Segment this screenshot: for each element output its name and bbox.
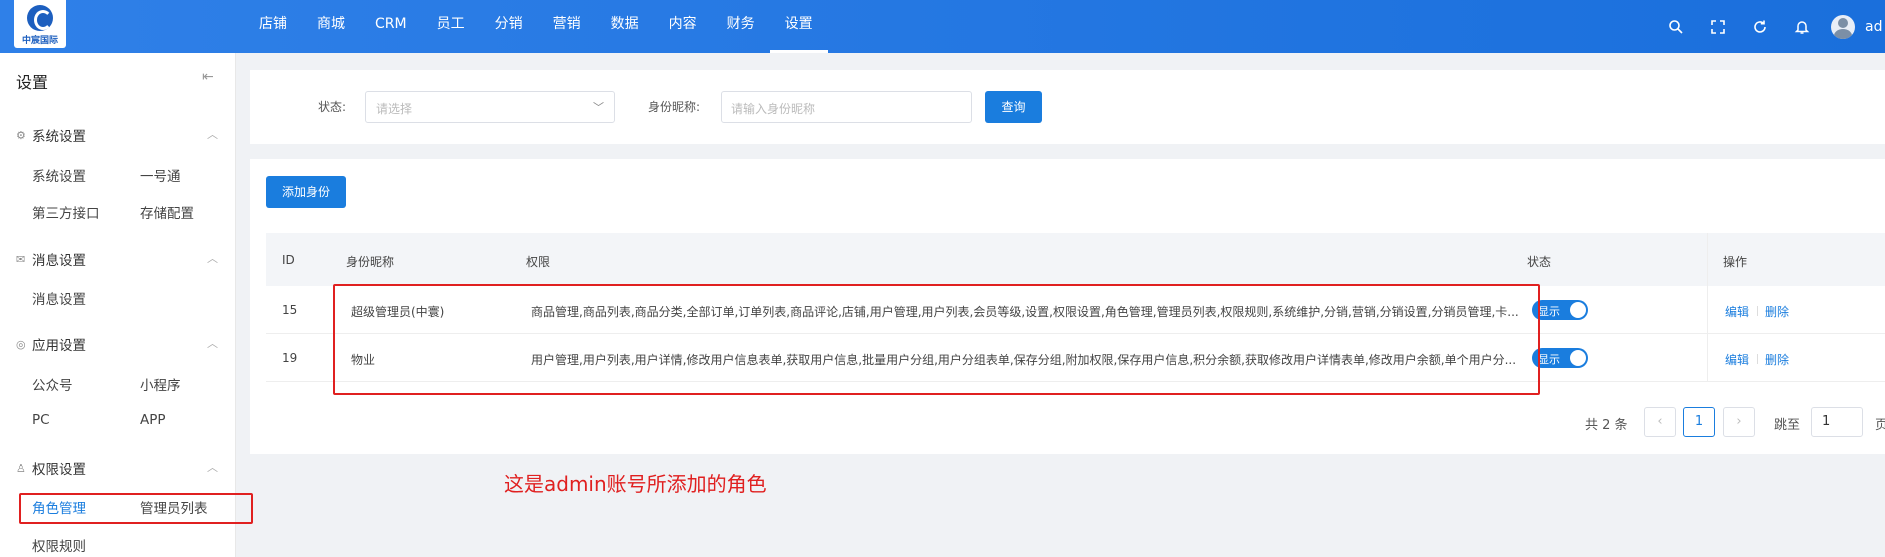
toggle-label: 显示: [1538, 305, 1560, 318]
user-icon: ♙: [16, 461, 26, 475]
annotation-text: 这是admin账号所添加的角色: [504, 472, 767, 496]
gear-icon: ⚙: [16, 128, 26, 142]
highlight-box-sidebar: [19, 493, 253, 524]
sidebar-group-label: 系统设置: [32, 129, 86, 145]
top-bar: 中宸国际 店铺 商城 CRM 员工 分销 营销 数据 内容 财务 设置 ad: [0, 0, 1885, 53]
fullscreen-icon[interactable]: [1697, 0, 1739, 53]
main-nav: 店铺 商城 CRM 员工 分销 营销 数据 内容 财务 设置: [244, 0, 828, 53]
goto-label: 跳至: [1774, 418, 1801, 433]
nav-shop[interactable]: 店铺: [244, 0, 302, 53]
page-button-current[interactable]: 1: [1683, 407, 1715, 437]
status-label: 状态:: [318, 100, 347, 114]
sidebar-title: 设置: [16, 73, 49, 92]
sidebar-group-label: 应用设置: [32, 338, 86, 354]
logo-mark-icon: [27, 5, 53, 31]
column-header-name: 身份昵称: [346, 255, 395, 269]
sidebar-group-permission[interactable]: ♙ 权限设置: [16, 458, 86, 479]
mail-icon: ✉: [16, 252, 26, 266]
edit-link[interactable]: 编辑: [1725, 303, 1749, 320]
nav-marketing[interactable]: 营销: [538, 0, 596, 53]
sidebar-group-system[interactable]: ⚙ 系统设置: [16, 125, 86, 146]
sidebar-item-third-party[interactable]: 第三方接口: [32, 202, 100, 222]
name-input[interactable]: 请输入身份昵称: [721, 91, 972, 123]
app-icon: ◎: [16, 337, 26, 351]
refresh-icon[interactable]: [1739, 0, 1781, 53]
row-id: 15: [282, 303, 298, 317]
row-id: 19: [282, 351, 298, 365]
delete-link[interactable]: 删除: [1765, 351, 1789, 368]
delete-link[interactable]: 删除: [1765, 303, 1789, 320]
column-header-status: 状态: [1527, 255, 1552, 269]
nav-mall[interactable]: 商城: [302, 0, 360, 53]
status-select[interactable]: 请选择 ﹀: [365, 91, 615, 123]
nav-crm[interactable]: CRM: [360, 0, 422, 53]
sidebar: 设置 ⇤ ⚙ 系统设置 ︿ 系统设置 一号通 第三方接口 存储配置 ✉ 消息设置…: [0, 53, 236, 557]
bell-icon[interactable]: [1781, 0, 1823, 53]
table-header: [266, 233, 1885, 286]
sidebar-item-app[interactable]: APP: [140, 412, 166, 428]
edit-link[interactable]: 编辑: [1725, 351, 1749, 368]
sidebar-item-pc[interactable]: PC: [32, 412, 50, 428]
sidebar-item-storage[interactable]: 存储配置: [140, 202, 194, 222]
status-toggle[interactable]: 显示: [1532, 348, 1588, 368]
toggle-knob: [1570, 302, 1586, 318]
collapse-sidebar-icon[interactable]: ⇤: [202, 69, 214, 85]
chevron-up-icon[interactable]: ︿: [207, 335, 218, 351]
sidebar-item-yihaotong[interactable]: 一号通: [140, 165, 181, 185]
sidebar-item-mini-program[interactable]: 小程序: [140, 374, 181, 394]
user-name[interactable]: ad: [1865, 19, 1885, 35]
nav-staff[interactable]: 员工: [422, 0, 480, 53]
goto-page-input[interactable]: 1: [1811, 407, 1863, 437]
sidebar-group-app[interactable]: ◎ 应用设置: [16, 334, 86, 355]
chevron-up-icon[interactable]: ︿: [207, 250, 218, 266]
next-page-button[interactable]: ›: [1723, 407, 1755, 437]
chevron-up-icon[interactable]: ︿: [207, 459, 218, 475]
sidebar-item-message-settings[interactable]: 消息设置: [32, 288, 86, 308]
nav-distribution[interactable]: 分销: [480, 0, 538, 53]
nav-finance[interactable]: 财务: [712, 0, 770, 53]
sidebar-item-official-account[interactable]: 公众号: [32, 374, 73, 394]
nav-data[interactable]: 数据: [596, 0, 654, 53]
highlight-box-rows: [333, 284, 1540, 395]
prev-page-button[interactable]: ‹: [1644, 407, 1676, 437]
query-button[interactable]: 查询: [985, 91, 1042, 123]
column-header-id: ID: [282, 253, 295, 267]
add-role-button[interactable]: 添加身份: [266, 176, 346, 208]
nav-settings[interactable]: 设置: [769, 0, 828, 53]
chevron-up-icon[interactable]: ︿: [207, 126, 218, 142]
brand-logo[interactable]: 中宸国际: [14, 0, 66, 48]
column-header-permissions: 权限: [526, 255, 551, 269]
pagination-total: 共 2 条: [1585, 418, 1628, 433]
status-placeholder: 请选择: [376, 102, 413, 116]
status-toggle[interactable]: 显示: [1532, 300, 1588, 320]
column-header-actions: 操作: [1723, 255, 1748, 269]
search-icon[interactable]: [1655, 0, 1697, 53]
action-divider: [1757, 306, 1758, 316]
sidebar-group-message[interactable]: ✉ 消息设置: [16, 249, 86, 270]
name-label: 身份昵称:: [648, 100, 701, 114]
logo-text: 中宸国际: [21, 36, 58, 46]
nav-content[interactable]: 内容: [654, 0, 712, 53]
toggle-knob: [1570, 350, 1586, 366]
avatar[interactable]: [1831, 14, 1855, 39]
toggle-label: 显示: [1538, 353, 1560, 366]
sidebar-item-system-settings[interactable]: 系统设置: [32, 165, 86, 185]
chevron-down-icon: ﹀: [593, 101, 604, 114]
sidebar-group-label: 消息设置: [32, 253, 86, 269]
sidebar-group-label: 权限设置: [32, 462, 86, 478]
page-suffix: 页: [1875, 418, 1885, 433]
action-divider: [1757, 354, 1758, 364]
top-toolbar: ad: [1655, 0, 1885, 53]
sidebar-item-permission-rules[interactable]: 权限规则: [32, 535, 86, 555]
